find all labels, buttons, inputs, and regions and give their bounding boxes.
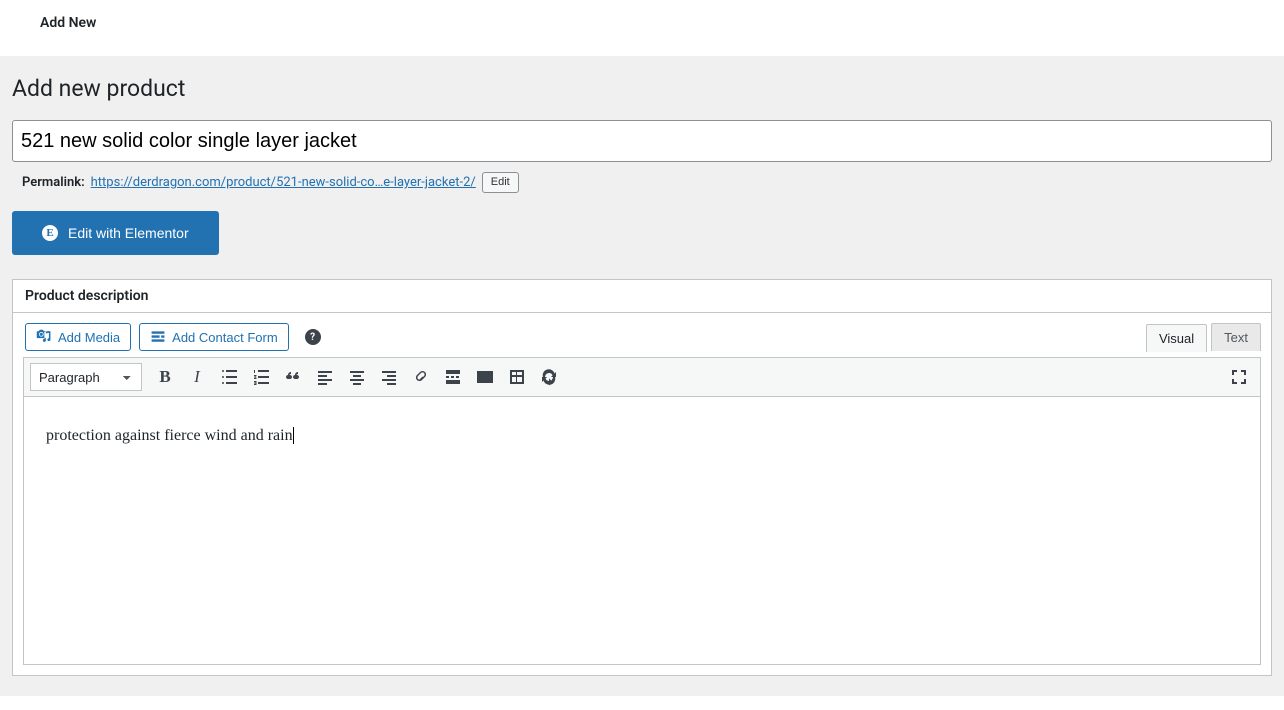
read-more-button[interactable] — [438, 362, 468, 392]
elementor-icon: E — [42, 225, 58, 241]
keyboard-icon — [475, 367, 495, 387]
editor-toolbar: Paragraph B I — [23, 357, 1261, 397]
edit-with-elementor-button[interactable]: E Edit with Elementor — [12, 211, 219, 255]
top-bar: Add New — [0, 0, 1284, 56]
add-media-label: Add Media — [58, 330, 120, 345]
tab-text[interactable]: Text — [1211, 323, 1261, 351]
table-icon — [507, 367, 527, 387]
bullet-list-button[interactable] — [214, 362, 244, 392]
form-icon — [150, 329, 166, 345]
elementor-button-label: Edit with Elementor — [68, 225, 189, 241]
link-icon — [411, 367, 431, 387]
product-description-header: Product description — [13, 280, 1271, 313]
permalink-base: https://derdragon.com/product/ — [91, 175, 276, 190]
media-buttons-row: Add Media Add Contact Form ? Visual Text — [13, 313, 1271, 357]
numbered-list-button[interactable] — [246, 362, 276, 392]
table-button[interactable] — [502, 362, 532, 392]
bullet-list-icon — [219, 367, 239, 387]
refresh-icon — [539, 367, 559, 387]
quote-icon — [283, 367, 303, 387]
align-left-icon — [315, 367, 335, 387]
fullscreen-button[interactable] — [1224, 362, 1254, 392]
permalink-row: Permalink: https://derdragon.com/product… — [12, 172, 1272, 193]
product-description-box: Product description Add Media Add Contac… — [12, 279, 1272, 676]
editor-tabs: Visual Text — [1146, 323, 1261, 351]
link-button[interactable] — [406, 362, 436, 392]
tab-visual[interactable]: Visual — [1146, 324, 1207, 352]
page-title: Add new product — [12, 66, 1272, 106]
toolbar-toggle-button[interactable] — [470, 362, 500, 392]
numbered-list-icon — [251, 367, 271, 387]
editor-content[interactable]: protection against fierce wind and rain — [23, 397, 1261, 665]
format-select[interactable]: Paragraph — [30, 363, 142, 391]
italic-button[interactable]: I — [182, 362, 212, 392]
bold-button[interactable]: B — [150, 362, 180, 392]
align-center-icon — [347, 367, 367, 387]
blockquote-button[interactable] — [278, 362, 308, 392]
align-right-icon — [379, 367, 399, 387]
add-contact-form-label: Add Contact Form — [172, 330, 278, 345]
refresh-button[interactable] — [534, 362, 564, 392]
edit-permalink-button[interactable]: Edit — [482, 172, 519, 193]
camera-music-icon — [36, 329, 52, 345]
permalink-link[interactable]: https://derdragon.com/product/521-new-so… — [91, 175, 476, 190]
add-contact-form-button[interactable]: Add Contact Form — [139, 323, 289, 351]
add-new-label[interactable]: Add New — [40, 15, 96, 31]
align-left-button[interactable] — [310, 362, 340, 392]
add-media-button[interactable]: Add Media — [25, 323, 131, 351]
content-area: Add new product Permalink: https://derdr… — [0, 56, 1284, 696]
permalink-label: Permalink: — [22, 175, 85, 190]
fullscreen-icon — [1229, 367, 1249, 387]
align-center-button[interactable] — [342, 362, 372, 392]
text-cursor — [293, 427, 294, 444]
align-right-button[interactable] — [374, 362, 404, 392]
help-icon[interactable]: ? — [305, 329, 321, 345]
permalink-slug: 521-new-solid-co…e-layer-jacket-2/ — [276, 175, 476, 190]
editor-text: protection against fierce wind and rain — [46, 427, 293, 444]
product-title-input[interactable] — [12, 120, 1272, 162]
read-more-icon — [443, 367, 463, 387]
